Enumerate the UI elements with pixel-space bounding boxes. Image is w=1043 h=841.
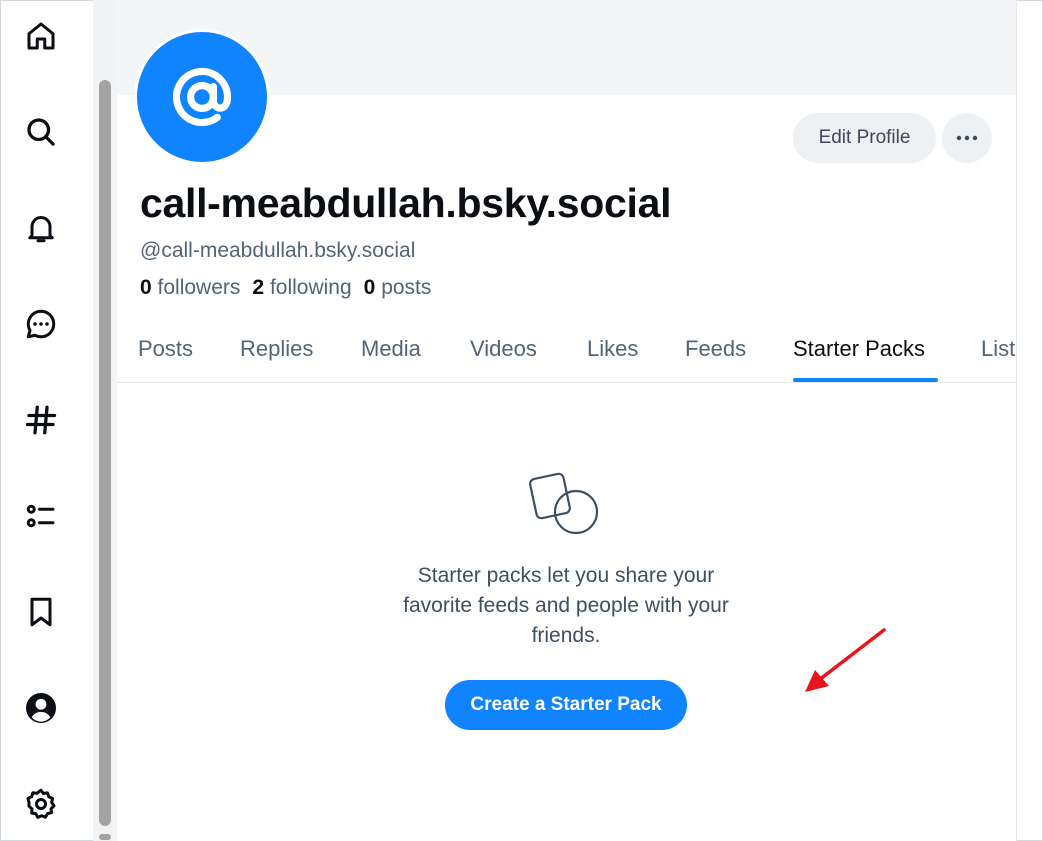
edit-profile-button[interactable]: Edit Profile [793,113,936,163]
ellipsis-icon [956,135,978,141]
chat-icon [26,309,56,339]
tab-feeds[interactable]: Feeds [685,333,746,382]
active-tab-indicator [793,378,938,382]
annotation-arrow [805,628,886,692]
profile-tabs: Posts Replies Media Videos Likes Feeds S… [117,333,1017,383]
bell-icon [28,216,54,243]
gear-icon [26,788,56,819]
more-options-button[interactable] [942,113,992,163]
scrollbar-arrow[interactable] [99,834,111,840]
sidebar-item-search[interactable] [18,109,64,155]
profile-page: Edit Profile call-meabdullah.bsky.social… [117,0,1017,841]
tab-replies[interactable]: Replies [240,333,313,382]
profile-display-name: call-meabdullah.bsky.social [140,180,672,226]
tab-starter-packs[interactable]: Starter Packs [793,333,925,382]
search-icon [27,118,55,146]
posts-count: 0 [363,276,376,299]
posts-label: posts [381,276,432,299]
sidebar-item-home[interactable] [18,13,64,59]
list-icon [26,504,55,528]
tab-likes[interactable]: Likes [587,333,638,382]
starter-pack-icon [529,472,599,534]
profile-stats: 0 followers 2 following 0 posts [140,276,431,300]
home-icon [27,22,55,50]
scrollbar-thumb[interactable] [99,80,111,826]
sidebar-item-settings[interactable] [18,781,64,827]
sidebar-item-lists[interactable] [18,493,64,539]
profile-handle: @call-meabdullah.bsky.social [140,239,416,262]
sidebar-item-profile[interactable] [18,685,64,731]
tab-posts[interactable]: Posts [138,333,193,382]
following-stat[interactable]: 2 following [252,276,351,300]
sidebar-item-feeds[interactable] [18,397,64,443]
user-circle-icon [26,693,56,723]
following-label: following [269,276,352,299]
followers-label: followers [157,276,241,299]
hashtag-icon [25,405,57,435]
sidebar-item-saved[interactable] [18,589,64,635]
following-count: 2 [252,276,265,299]
starter-packs-empty-message: Starter packs let you share your favorit… [403,564,729,647]
sidebar-item-notifications[interactable] [18,205,64,251]
sidebar-nav [0,0,82,841]
sidebar-item-chat[interactable] [18,301,64,347]
avatar[interactable] [134,29,270,165]
tab-lists[interactable]: Lists [981,333,1017,382]
tab-videos[interactable]: Videos [470,333,537,382]
at-sign-icon [172,67,232,127]
tab-media[interactable]: Media [361,333,421,382]
followers-count: 0 [140,276,152,299]
followers-stat[interactable]: 0 followers [140,276,240,300]
bookmark-icon [30,597,52,627]
column-divider [1016,0,1017,841]
posts-stat: 0 posts [364,276,432,300]
create-starter-pack-button[interactable]: Create a Starter Pack [445,680,687,730]
